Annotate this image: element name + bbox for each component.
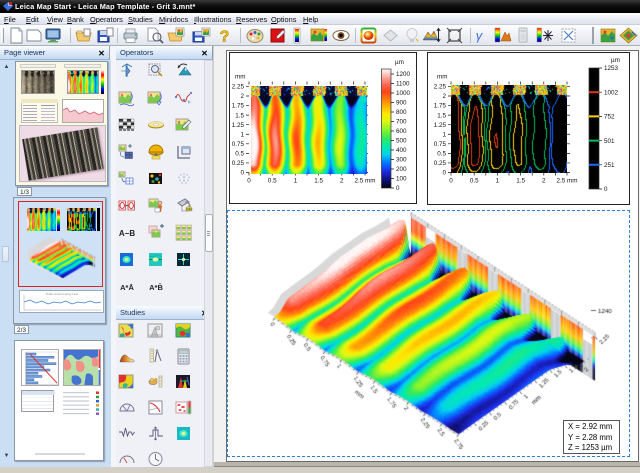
svg-text:1002: 1002	[604, 89, 619, 96]
svg-text:0: 0	[442, 170, 446, 177]
svg-text:2: 2	[442, 93, 446, 100]
svg-text:?: ?	[220, 29, 230, 45]
svg-text:251: 251	[604, 162, 615, 169]
svg-text:1100: 1100	[396, 81, 410, 88]
svg-text:1.5: 1.5	[437, 112, 446, 119]
svg-text:A−B: A−B	[119, 229, 135, 238]
svg-text:1.75: 1.75	[232, 103, 245, 110]
svg-text:400: 400	[396, 147, 407, 154]
svg-text:1.5: 1.5	[516, 178, 525, 185]
svg-text:1: 1	[240, 131, 244, 138]
svg-text:µm: µm	[611, 57, 620, 64]
svg-text:1.25: 1.25	[232, 122, 245, 129]
svg-text:1.5: 1.5	[235, 112, 244, 119]
svg-text:1.5: 1.5	[314, 178, 323, 185]
svg-text:501: 501	[604, 138, 615, 145]
svg-text:1.75: 1.75	[434, 103, 447, 110]
svg-text:800: 800	[396, 109, 407, 116]
svg-text:1: 1	[442, 131, 446, 138]
svg-text:0.75: 0.75	[232, 141, 245, 148]
svg-text:Profile curvature along X axis: Profile curvature along X axis	[46, 293, 79, 296]
svg-text:0: 0	[604, 186, 608, 193]
svg-text:A*B̄: A*B̄	[149, 283, 163, 292]
svg-text:2: 2	[240, 93, 244, 100]
svg-text:2.25: 2.25	[232, 84, 245, 91]
svg-text:1.25: 1.25	[434, 122, 447, 129]
svg-text:0.5: 0.5	[268, 178, 277, 185]
svg-text:500: 500	[396, 138, 407, 145]
svg-text:2.5 mm: 2.5 mm	[557, 178, 578, 185]
svg-text:A*Ā: A*Ā	[120, 283, 134, 292]
svg-text:900: 900	[396, 100, 407, 107]
svg-text:1000: 1000	[396, 90, 411, 97]
svg-text:2.25: 2.25	[434, 84, 447, 91]
svg-text:0: 0	[449, 178, 453, 185]
svg-text:1200: 1200	[396, 71, 411, 78]
svg-text:0.25: 0.25	[232, 160, 245, 167]
svg-text:mm: mm	[437, 74, 448, 81]
svg-text:2: 2	[340, 178, 344, 185]
svg-text:300: 300	[396, 157, 407, 164]
svg-text:0.75: 0.75	[434, 141, 447, 148]
svg-text:200: 200	[396, 166, 407, 173]
svg-text:700: 700	[396, 119, 407, 126]
svg-text:1: 1	[294, 178, 298, 185]
svg-text:600: 600	[396, 128, 407, 135]
svg-text:0.5: 0.5	[235, 151, 244, 158]
svg-text:1253: 1253	[604, 65, 619, 72]
svg-text:100: 100	[396, 176, 407, 183]
svg-text:2: 2	[542, 178, 546, 185]
svg-text:0: 0	[247, 178, 251, 185]
svg-text:µm: µm	[395, 59, 404, 66]
svg-text:1: 1	[496, 178, 500, 185]
svg-text:2.5 mm: 2.5 mm	[355, 178, 376, 185]
svg-text:NM: NM	[186, 207, 192, 211]
svg-text:0.5: 0.5	[470, 178, 479, 185]
svg-text:γ: γ	[476, 28, 484, 43]
svg-text:mm: mm	[235, 74, 246, 81]
svg-text:0: 0	[240, 170, 244, 177]
svg-text:0: 0	[396, 185, 400, 192]
svg-text:752: 752	[604, 114, 615, 121]
svg-text:0.25: 0.25	[434, 160, 447, 167]
svg-text:0.5: 0.5	[437, 151, 446, 158]
